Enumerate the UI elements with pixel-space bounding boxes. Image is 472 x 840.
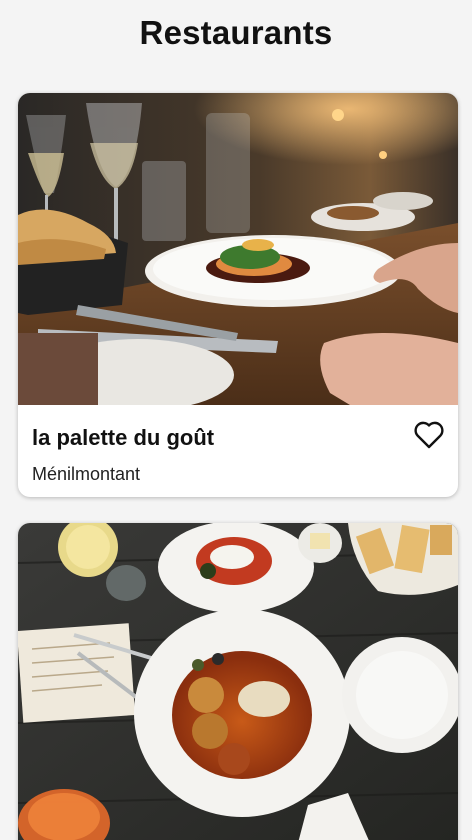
restaurant-name: la palette du goût: [32, 425, 215, 450]
favorite-button[interactable]: [412, 419, 446, 451]
restaurant-card[interactable]: [18, 523, 458, 840]
app-screen: Restaurants la palette du goût Ménilmont…: [0, 0, 472, 840]
restaurant-card[interactable]: la palette du goût Ménilmontant: [18, 93, 458, 497]
restaurant-photo: [18, 523, 458, 840]
restaurant-info: la palette du goût Ménilmontant: [18, 405, 458, 497]
restaurant-district: Ménilmontant: [32, 464, 141, 484]
restaurant-photo: [18, 93, 458, 405]
heart-outline-icon: [414, 421, 444, 449]
page-title: Restaurants: [139, 14, 333, 51]
